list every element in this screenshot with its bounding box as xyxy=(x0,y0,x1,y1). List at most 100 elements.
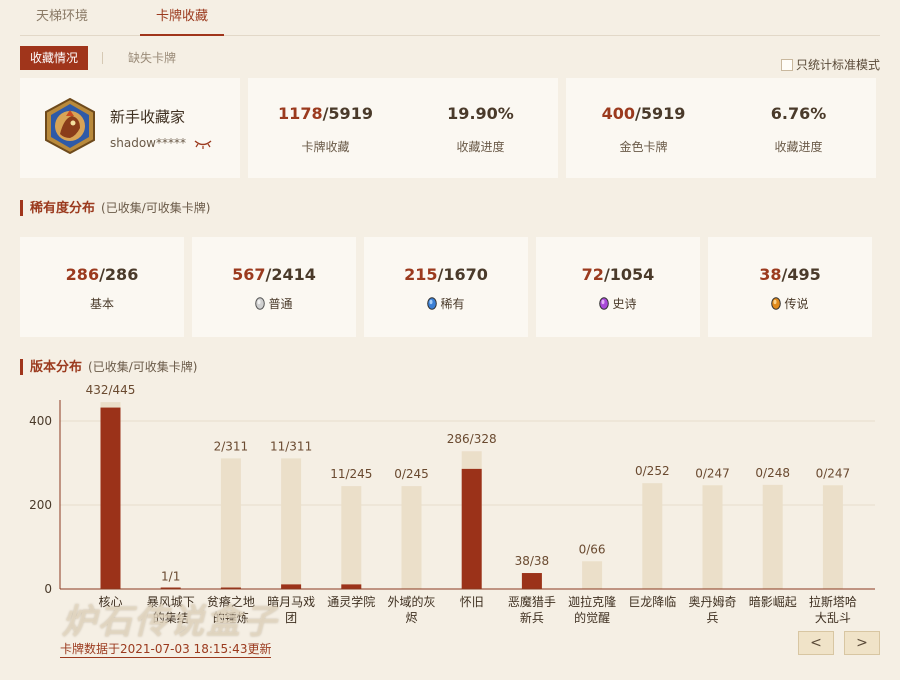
bar-total xyxy=(341,486,362,589)
x-category-label: 奥丹姆奇兵 xyxy=(688,595,736,625)
stat-cards-progress: 19.90% 收藏进度 xyxy=(403,78,558,178)
bar-value-label: 432/445 xyxy=(86,383,136,397)
subtab-collection-status[interactable]: 收藏情况 xyxy=(20,46,88,70)
x-category-label: 巨龙降临 xyxy=(628,595,676,609)
rarity-owned: 215 xyxy=(404,265,438,284)
standard-mode-checkbox[interactable] xyxy=(780,58,793,71)
bar-owned xyxy=(281,584,302,589)
stat-golden-owned: 400/5919 金色卡牌 xyxy=(566,78,721,178)
cards-progress-label: 收藏进度 xyxy=(456,140,505,154)
x-category-line: 恶魔猎手 xyxy=(508,594,556,609)
bar-total xyxy=(281,458,302,589)
data-updated-text: 卡牌数据于2021-07-03 18:15:43更新 xyxy=(60,642,272,658)
x-category-line: 新兵 xyxy=(520,610,544,625)
card-collection-stats: 1178/5919 卡牌收藏 19.90% 收藏进度 xyxy=(248,78,558,178)
next-page-button[interactable]: > xyxy=(844,631,880,655)
bar-total xyxy=(642,483,663,589)
rarity-label: 基本 xyxy=(89,297,114,311)
subtab-divider xyxy=(102,52,103,64)
username: shadow***** xyxy=(110,136,186,150)
username-row: shadow***** xyxy=(110,136,212,150)
rarity-section-title: 稀有度分布 (已收集/可收集卡牌) xyxy=(20,200,210,216)
x-category-line: 奥丹姆奇 xyxy=(688,595,736,609)
set-distribution-chart: 0200400432/445核心1/1暴风城下的集结2/311贫瘠之地的锤炼11… xyxy=(29,383,875,625)
standard-mode-label: 只统计标准模式 xyxy=(795,58,880,72)
set-section-title: 版本分布 (已收集/可收集卡牌) xyxy=(20,359,197,375)
x-category-line: 通灵学院 xyxy=(327,594,375,609)
bar-total xyxy=(401,486,422,589)
hide-eye-icon[interactable] xyxy=(194,139,212,149)
bar-owned xyxy=(521,573,542,589)
legendary-gem-icon xyxy=(771,297,782,310)
x-category-label: 迦拉克隆的觉醒 xyxy=(568,594,616,625)
rarity-owned: 567 xyxy=(232,265,266,284)
rarity-card-rare: 215/1670 稀有 xyxy=(364,237,528,337)
x-category-label: 外域的灰烬 xyxy=(387,594,435,625)
bar-owned xyxy=(461,468,482,589)
x-category-line: 迦拉克隆 xyxy=(568,594,616,609)
bar-value-label: 0/247 xyxy=(816,466,851,480)
bar-total xyxy=(822,485,843,589)
bar-owned xyxy=(341,584,362,589)
cards-progress-value: 19.90% xyxy=(447,104,514,123)
rarity-label: 传说 xyxy=(784,297,809,311)
bar-value-label: 0/252 xyxy=(635,464,670,478)
cards-owned-label: 卡牌收藏 xyxy=(301,140,350,154)
x-category-line: 暗影崛起 xyxy=(749,594,797,609)
rarity-total: /1054 xyxy=(603,265,655,284)
golden-owned-label: 金色卡牌 xyxy=(619,140,668,154)
x-category-line: 烬 xyxy=(405,611,417,625)
golden-owned-value: 400 xyxy=(601,104,636,123)
watermark-logo: 炉石传说盒子 xyxy=(62,602,278,642)
x-category-line: 兵 xyxy=(706,611,718,625)
bar-total xyxy=(220,458,241,589)
set-section-heading: 版本分布 xyxy=(30,360,83,375)
bar-value-label: 0/245 xyxy=(394,467,429,481)
common-gem-icon xyxy=(255,297,266,310)
subtab-missing-cards[interactable]: 缺失卡牌 xyxy=(128,46,176,70)
tab-ladder[interactable]: 天梯环境 xyxy=(20,0,104,36)
bar-value-label: 11/245 xyxy=(330,467,372,481)
standard-mode-toggle[interactable]: 只统计标准模式 xyxy=(780,56,880,73)
rarity-owned: 286 xyxy=(65,265,100,284)
rarity-total: /1670 xyxy=(437,265,488,284)
epic-gem-icon xyxy=(599,297,610,310)
y-tick-label: 0 xyxy=(44,582,52,596)
rarity-total: /495 xyxy=(781,265,821,284)
x-category-label: 怀旧 xyxy=(460,595,484,609)
stat-cards-owned: 1178/5919 卡牌收藏 xyxy=(248,78,403,178)
bar-value-label: 11/311 xyxy=(270,439,312,453)
x-category-line: 的觉醒 xyxy=(574,610,610,625)
rarity-section-note: (已收集/可收集卡牌) xyxy=(101,201,211,215)
bar-value-label: 0/66 xyxy=(579,542,606,556)
bar-value-label: 1/1 xyxy=(161,570,180,584)
set-section-note: (已收集/可收集卡牌) xyxy=(88,360,198,374)
bar-value-label: 2/311 xyxy=(214,439,249,453)
golden-collection-stats: 400/5919 金色卡牌 6.76% 收藏进度 xyxy=(566,78,876,178)
y-tick-label: 200 xyxy=(29,498,52,512)
rarity-total: /2414 xyxy=(265,265,316,284)
collector-avatar-icon xyxy=(45,98,95,154)
x-category-label: 拉斯塔哈大乱斗 xyxy=(809,594,857,625)
rarity-total: /286 xyxy=(99,265,139,284)
rarity-owned: 38 xyxy=(759,265,782,284)
x-category-line: 大乱斗 xyxy=(815,611,851,625)
prev-page-button[interactable]: < xyxy=(798,631,834,655)
rarity-card-epic: 72/1054 史诗 xyxy=(536,237,700,337)
y-tick-label: 400 xyxy=(29,414,52,428)
rarity-card-legendary: 38/495 传说 xyxy=(708,237,872,337)
x-category-label: 暗影崛起 xyxy=(749,594,797,609)
bar-value-label: 286/328 xyxy=(447,432,497,446)
bar-value-label: 38/38 xyxy=(515,554,550,568)
rarity-label: 史诗 xyxy=(612,297,637,311)
x-category-line: 怀旧 xyxy=(460,595,484,609)
golden-progress-label: 收藏进度 xyxy=(774,140,823,154)
x-category-label: 恶魔猎手新兵 xyxy=(508,594,556,625)
stat-golden-progress: 6.76% 收藏进度 xyxy=(721,78,876,178)
golden-total-value: /5919 xyxy=(635,104,686,123)
rarity-label: 普通 xyxy=(268,297,293,311)
tab-collection[interactable]: 卡牌收藏 xyxy=(140,0,224,36)
cards-owned-value: 1178 xyxy=(278,104,323,123)
rarity-owned: 72 xyxy=(581,265,604,284)
bar-total xyxy=(702,485,723,589)
